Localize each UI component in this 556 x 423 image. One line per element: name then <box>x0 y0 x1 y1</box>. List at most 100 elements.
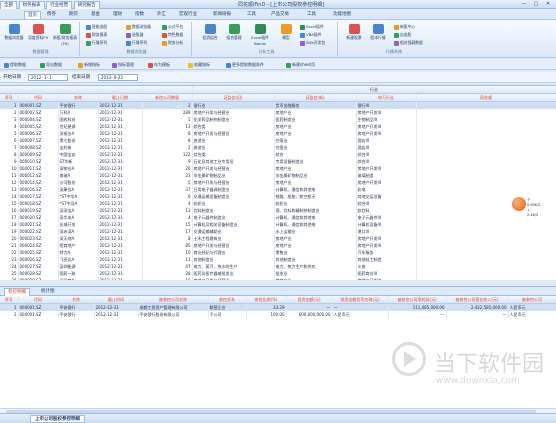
table-row[interactable]: 17 000020.SZ 深华发A 2012-12-31 4 电子元器件制造业 计算机、通信… <box>0 214 556 221</box>
table-row[interactable]: 10 000011.SZ 深物业A 2012-12-31 26 房地产开发与经营业 房地产业… <box>0 165 556 172</box>
title-tab-industry[interactable]: 行业经营 <box>46 1 73 9</box>
title-tab-research[interactable]: 研究报告 <box>73 1 100 9</box>
main-column-header[interactable]: 证监会(旧) <box>192 93 275 102</box>
table-row[interactable]: 5 000006.SZ 深振业A 2012-12-31 8 房地产开发与经营业 房地产业 房地… <box>0 130 556 137</box>
maximize-button[interactable]: □ <box>530 1 542 8</box>
menu-tools[interactable]: 工具 <box>244 11 259 19</box>
tab-holding-detail[interactable]: 参控明细 <box>4 288 30 296</box>
table-row[interactable]: 13 000016.SZ 深康佳A 2012-12-31 37 日用电子器具制造业 计算机、… <box>0 186 556 193</box>
table-row[interactable]: 11 000012.SZ 南玻A 2012-12-31 23 非金属矿物制品业 非金属矿物制… <box>0 172 556 179</box>
bottom-column-header[interactable]: 被参控公司名称 <box>138 296 209 304</box>
table-row[interactable]: 19 000022.SZ 深赤湾A 2012-12-31 17 交通运输辅助业 水上运输业港… <box>0 228 556 235</box>
table-row[interactable]: 22 000025.SZ 特力A 2012-12-31 10 商业经纪与代理业 零售业 汽车服… <box>0 249 556 256</box>
bottom-column-header[interactable]: 投资金额货币名称(元) <box>332 296 389 304</box>
menu-function-map[interactable]: 功能地图 <box>330 11 354 19</box>
bottom-column-header[interactable]: 被参控公司 <box>508 296 556 304</box>
new-stock-report-button[interactable]: 新股/财务报表(F6) <box>50 24 80 46</box>
new-stock-button[interactable]: 新建股票 <box>342 24 366 41</box>
close-button[interactable]: ✕ <box>542 1 554 8</box>
main-column-header[interactable]: 截止日期 <box>98 93 143 102</box>
quote-series-2-button[interactable]: 行情序列 <box>126 39 147 46</box>
model-button[interactable]: 模型 <box>274 24 298 41</box>
financial-analysis-button[interactable]: 财务分析 <box>162 39 183 46</box>
bottom-column-header[interactable]: 投资金额(元) <box>286 296 333 304</box>
portfolio-button[interactable]: 投资组合 <box>198 24 222 41</box>
menu-forex[interactable]: 外汇 <box>154 11 169 19</box>
table-row[interactable]: 26000029.SZ深深房A2012-12-3116房地产开发与经营业房地产业… <box>0 277 556 280</box>
main-column-header[interactable]: 代码 <box>18 93 59 102</box>
table-row[interactable]: 18 000021.SZ 长城开发 2012-12-31 15 计算机及相关设备制造业 计算… <box>0 221 556 228</box>
vba-plugin-button[interactable]: VBA插件 <box>300 31 321 38</box>
table-row[interactable]: 9 000010.SZ ST华新 2012-12-31 9 石化及其他工业专用设 专用设备制… <box>0 158 556 165</box>
menu-macro[interactable]: 宏观行业 <box>176 11 200 19</box>
deep-info-button[interactable]: 深度资料F9 <box>26 24 50 41</box>
watchlist-button[interactable]: 自选股 <box>394 31 411 38</box>
main-column-header[interactable]: 序号 <box>0 93 19 102</box>
table-row[interactable]: 14 000017.SZ *ST中华A 2012-12-31 6 交通运输设备制造业 铁路、… <box>0 193 556 200</box>
bottom-column-header[interactable]: 名称 <box>58 296 95 304</box>
excel-bands-button[interactable]: Excel插件Bands <box>246 24 274 46</box>
portfolio-manage-button[interactable]: 组合管理 <box>222 24 246 41</box>
smart-select-button[interactable]: 智能选股 <box>86 23 107 30</box>
table-row[interactable]: 8 000009.SZ 中国宝安 2012-12-31 122 综合类 综合 综合III <box>0 151 556 158</box>
bottom-column-header[interactable]: 序号 <box>0 296 19 304</box>
end-date-input[interactable]: 2013- 9-23 <box>98 74 138 81</box>
table-row[interactable]: 7 000008.SZ 宝利来 2012-12-31 2 旅游业 住宿业 酒店III <box>0 144 556 151</box>
title-tab-financial[interactable]: 财务报表 <box>18 1 45 9</box>
ipo-center-button[interactable]: 新股中心 <box>394 23 415 30</box>
start-date-input[interactable]: 2012- 1- 1 <box>28 74 68 81</box>
menu-bond[interactable]: 债券 <box>44 11 59 19</box>
table-row[interactable]: 3 000004.SZ 国农科技 2012-12-31 5 化学药品制剂制造业 医药制造业生… <box>0 116 556 123</box>
table-row[interactable]: 2 000002.SZ 万科A 2012-12-31 289 房地产开发与经营业 房地产业房… <box>0 109 556 116</box>
main-column-header[interactable]: 证监会(新) <box>274 93 357 102</box>
table-row[interactable]: 2 000001.SZ 平安银行 2012-12-31 平安银行股份有限公司 子公司 100… <box>0 311 556 318</box>
network-speed-widget[interactable]: 个 0.60K/S ↓ 2.4K/S <box>512 197 541 217</box>
menu-home[interactable]: 首页 <box>24 11 41 19</box>
menu-futures[interactable]: 期货 <box>66 11 81 19</box>
bottom-column-header[interactable]: 被参控公司净利润(元) <box>388 296 447 304</box>
data-browser-button[interactable]: 数据浏览器 <box>2 24 26 41</box>
table-row[interactable]: 20 000023.SZ 深天地A 2012-12-31 8 土木工程建筑业 房地产业 房地产… <box>0 235 556 242</box>
table-row[interactable]: 12 000014.SZ 沙河股份 2012-12-31 5 房地产开发与经营业 房地产业房… <box>0 179 556 186</box>
browser-small-button[interactable]: 数据浏览器 <box>126 23 151 30</box>
quote-series-button[interactable]: 行情序列 <box>86 39 107 46</box>
excel-plugin-button[interactable]: Excel插件 <box>300 23 324 30</box>
menu-index[interactable]: 指数 <box>132 11 147 19</box>
main-column-header[interactable]: 同花顺 <box>416 93 556 102</box>
table-row[interactable]: 1 000001.SZ 平安银行 2012-12-31 2 银行业 货币金融服务 银行III <box>0 101 556 109</box>
save-template-button[interactable]: 存为模板 <box>148 61 170 68</box>
table-row[interactable]: 15 000018.SZ *ST中冠A 2012-12-31 4 纺织业 纺织业 综合III <box>0 200 556 207</box>
menu-wealth[interactable]: 理财 <box>110 11 125 19</box>
sheet-tab-holding[interactable]: 上市公司股权参控明细 <box>30 415 85 423</box>
bottom-column-header[interactable]: 被参控公司营业收入(元) <box>446 296 509 304</box>
stock-picker-button[interactable]: 选股器 <box>126 31 143 38</box>
indicator-manage-button[interactable]: 指标管理 <box>112 61 134 68</box>
table-row[interactable]: 16 000019.SZ 深深宝A 2012-12-31 13 饮料制造业 酒、饮料和精制茶… <box>0 207 556 214</box>
relative-strength-button[interactable]: 相对强弱数据 <box>394 39 423 46</box>
main-column-header[interactable]: 申万行业 <box>356 93 417 102</box>
menu-trade[interactable]: 产品交易 <box>268 11 292 19</box>
share-quote-button[interactable]: 股本行情 <box>366 24 390 41</box>
menu-news[interactable]: 新闻研报 <box>210 11 234 19</box>
table-row[interactable]: 6 000007.SZ 零七股份 2012-12-31 8 旅游业 住宿业 酒店III <box>0 137 556 144</box>
table-row[interactable]: 23 000026.SZ 飞亚达A 2012-12-31 11 其他制造业 其他制造业 其他轻… <box>0 256 556 263</box>
special-data-button[interactable]: 特色数据 <box>162 31 183 38</box>
extract-data-button[interactable]: 提取数据 <box>4 61 26 68</box>
sdk-button[interactable]: SDK开发包 <box>300 39 325 46</box>
new-sheet-button[interactable]: 新建sheet页 <box>286 61 315 68</box>
table-row[interactable]: 4 000005.SZ 世纪星源 2012-12-31 13 综合类 房地产业 房地产开发II… <box>0 123 556 130</box>
main-column-header[interactable]: 名称 <box>58 93 99 102</box>
table-row[interactable]: 1 000001.SZ 平安银行 2012-12-31 成都工投资产管理有限公司 联营企业… <box>0 303 556 311</box>
title-tab-all[interactable]: 全部 <box>0 1 17 9</box>
menu-fund[interactable]: 基金 <box>88 11 103 19</box>
table-row[interactable]: 25 000028.SZ 国药一致 2012-12-31 28 医药及医疗器械批发业 批发业… <box>0 270 556 277</box>
add-indicator-button[interactable]: 新增指标 <box>78 61 100 68</box>
financial-report-button[interactable]: 财务报表 <box>86 31 107 38</box>
export-data-button[interactable]: 导出数据 <box>40 61 62 68</box>
more-conditions-button[interactable]: 更多提取数据条件 <box>226 61 264 68</box>
bottom-column-header[interactable]: 参控关系 <box>208 296 247 304</box>
tab-stat-chart[interactable]: 统计图 <box>38 288 58 296</box>
main-column-header[interactable]: 参控公司数量 <box>142 93 193 102</box>
minimize-button[interactable]: — <box>518 1 530 8</box>
table-row[interactable]: 24 000027.SZ 深圳能源 2012-12-31 47 电力、蒸汽、热水的生产 电力… <box>0 263 556 270</box>
